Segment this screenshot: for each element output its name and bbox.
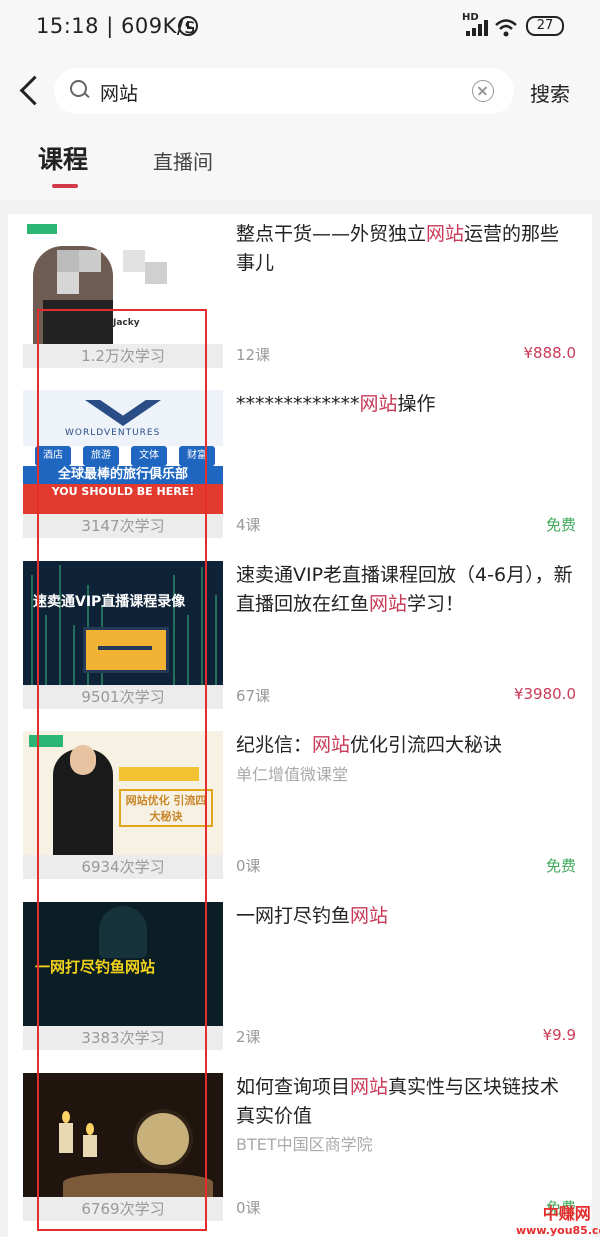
course-thumbnail: Jacky bbox=[23, 220, 223, 344]
status-bar: 15:18 | 609K/s HD 27 bbox=[0, 0, 600, 56]
course-title[interactable]: 如何查询项目网站真实性与区块链技术真实价值 bbox=[236, 1073, 578, 1131]
lesson-count: 12课 bbox=[236, 346, 271, 364]
course-title[interactable]: 速卖通VIP老直播课程回放（4-6月），新直播回放在红鱼网站学习！ bbox=[236, 561, 578, 619]
course-title[interactable]: 纪兆信：网站优化引流四大秘诀 bbox=[236, 731, 578, 760]
blur-block bbox=[57, 272, 79, 294]
search-query[interactable]: 网站 bbox=[100, 79, 138, 106]
category-pills: 酒店 旅游 文体 财富 bbox=[25, 446, 221, 466]
flame-illustration bbox=[86, 1123, 94, 1135]
tab-live-rooms[interactable]: 直播间 bbox=[153, 146, 213, 175]
course-title[interactable]: *************网站操作 bbox=[236, 390, 578, 419]
thumb-title: 速卖通VIP直播课程录像 bbox=[33, 594, 186, 610]
laptop-illustration bbox=[83, 627, 169, 673]
course-item[interactable]: Jacky 1.2万次学习 整点干货——外贸独立网站运营的那些事儿 12课 ¥8… bbox=[8, 214, 592, 374]
lesson-count: 2课 bbox=[236, 1028, 261, 1046]
course-item[interactable]: 网站优化 引流四大秘诀 6934次学习 纪兆信：网站优化引流四大秘诀 单仁增值微… bbox=[8, 725, 592, 885]
flame-illustration bbox=[62, 1111, 70, 1123]
lesson-count: 0课 bbox=[236, 857, 261, 875]
course-price: ¥9.9 bbox=[542, 1026, 576, 1044]
course-list: Jacky 1.2万次学习 整点干货——外贸独立网站运营的那些事儿 12课 ¥8… bbox=[8, 214, 592, 1237]
brand-logo bbox=[29, 735, 63, 747]
clear-icon[interactable] bbox=[472, 80, 494, 102]
back-arrow-icon[interactable] bbox=[16, 73, 42, 109]
thumb-banner: 全球最棒的旅行俱乐部 bbox=[23, 466, 223, 484]
thumb-slogan: YOU SHOULD BE HERE! bbox=[23, 484, 223, 514]
course-price: ¥3980.0 bbox=[513, 685, 576, 703]
hooded-figure bbox=[99, 906, 147, 958]
study-count: 1.2万次学习 bbox=[23, 344, 223, 368]
wifi-icon bbox=[495, 19, 517, 37]
watermark-url: www.you85.com bbox=[516, 1224, 600, 1237]
thumb-tagline bbox=[119, 767, 199, 781]
study-count: 6769次学习 bbox=[23, 1197, 223, 1221]
category-pill: 酒店 bbox=[35, 446, 71, 466]
thumb-title: 一网打尽钓鱼网站 bbox=[35, 958, 156, 976]
lesson-count: 67课 bbox=[236, 687, 271, 705]
search-button[interactable]: 搜索 bbox=[530, 78, 570, 107]
watermark-logo: 中赚网 bbox=[542, 1204, 591, 1223]
speaker-name: Jacky bbox=[113, 318, 140, 328]
course-publisher[interactable]: 单仁增值微课堂 bbox=[236, 761, 348, 785]
course-item[interactable]: 6769次学习 如何查询项目网站真实性与区块链技术真实价值 BTET中国区商学院… bbox=[8, 1067, 592, 1227]
category-pill: 旅游 bbox=[83, 446, 119, 466]
course-title[interactable]: 一网打尽钓鱼网站 bbox=[236, 902, 578, 931]
watermark: 中赚网 www.you85.com bbox=[516, 1200, 600, 1237]
course-title[interactable]: 整点干货——外贸独立网站运营的那些事儿 bbox=[236, 220, 578, 278]
study-count: 6934次学习 bbox=[23, 855, 223, 879]
blur-block bbox=[145, 262, 167, 284]
course-price: 免费 bbox=[545, 516, 576, 534]
search-icon bbox=[70, 80, 90, 100]
brand-name: WORLDVENTURES bbox=[65, 428, 161, 438]
clock-icon bbox=[133, 1109, 193, 1169]
candle-illustration bbox=[83, 1135, 97, 1157]
course-item[interactable]: WORLDVENTURES 酒店 旅游 文体 财富 全球最棒的旅行俱乐部 YOU… bbox=[8, 384, 592, 544]
study-count: 3147次学习 bbox=[23, 514, 223, 538]
blur-block bbox=[123, 250, 145, 272]
results-area: Jacky 1.2万次学习 整点干货——外贸独立网站运营的那些事儿 12课 ¥8… bbox=[0, 200, 600, 1237]
course-price: 免费 bbox=[545, 857, 576, 875]
course-thumbnail: 一网打尽钓鱼网站 bbox=[23, 902, 223, 1026]
course-price: ¥888.0 bbox=[523, 344, 577, 362]
category-pill: 文体 bbox=[131, 446, 167, 466]
book-illustration bbox=[63, 1173, 213, 1197]
status-time: 15:18 | 609K/s bbox=[36, 14, 196, 38]
lesson-count: 4课 bbox=[236, 516, 261, 534]
course-publisher[interactable]: BTET中国区商学院 bbox=[236, 1131, 373, 1155]
course-thumbnail bbox=[23, 1073, 223, 1197]
thumb-title: 网站优化 引流四大秘诀 bbox=[119, 789, 213, 827]
course-item[interactable]: 速卖通VIP直播课程录像 9501次学习 速卖通VIP老直播课程回放（4-6月）… bbox=[8, 555, 592, 715]
course-thumbnail: 网站优化 引流四大秘诀 bbox=[23, 731, 223, 855]
signal-icon bbox=[466, 20, 488, 36]
search-input[interactable]: 网站 bbox=[54, 68, 514, 114]
speaker-head bbox=[70, 745, 96, 775]
course-thumbnail: 速卖通VIP直播课程录像 bbox=[23, 561, 223, 685]
study-count: 9501次学习 bbox=[23, 685, 223, 709]
alarm-icon bbox=[178, 16, 198, 36]
blur-block bbox=[57, 250, 79, 272]
blur-block bbox=[79, 250, 101, 272]
speaker-shirt bbox=[43, 300, 113, 344]
brand-logo bbox=[27, 224, 57, 234]
tab-courses[interactable]: 课程 bbox=[38, 140, 88, 176]
category-pill: 财富 bbox=[179, 446, 215, 466]
active-tab-indicator bbox=[52, 184, 78, 188]
course-thumbnail: WORLDVENTURES 酒店 旅游 文体 财富 全球最棒的旅行俱乐部 YOU… bbox=[23, 390, 223, 514]
candle-illustration bbox=[59, 1123, 73, 1153]
battery-indicator: 27 bbox=[526, 16, 564, 36]
lesson-count: 0课 bbox=[236, 1199, 261, 1217]
course-item[interactable]: 一网打尽钓鱼网站 3383次学习 一网打尽钓鱼网站 2课 ¥9.9 bbox=[8, 896, 592, 1056]
study-count: 3383次学习 bbox=[23, 1026, 223, 1050]
tab-bar: 课程 直播间 bbox=[0, 126, 600, 200]
search-header: 网站 搜索 bbox=[0, 56, 600, 126]
